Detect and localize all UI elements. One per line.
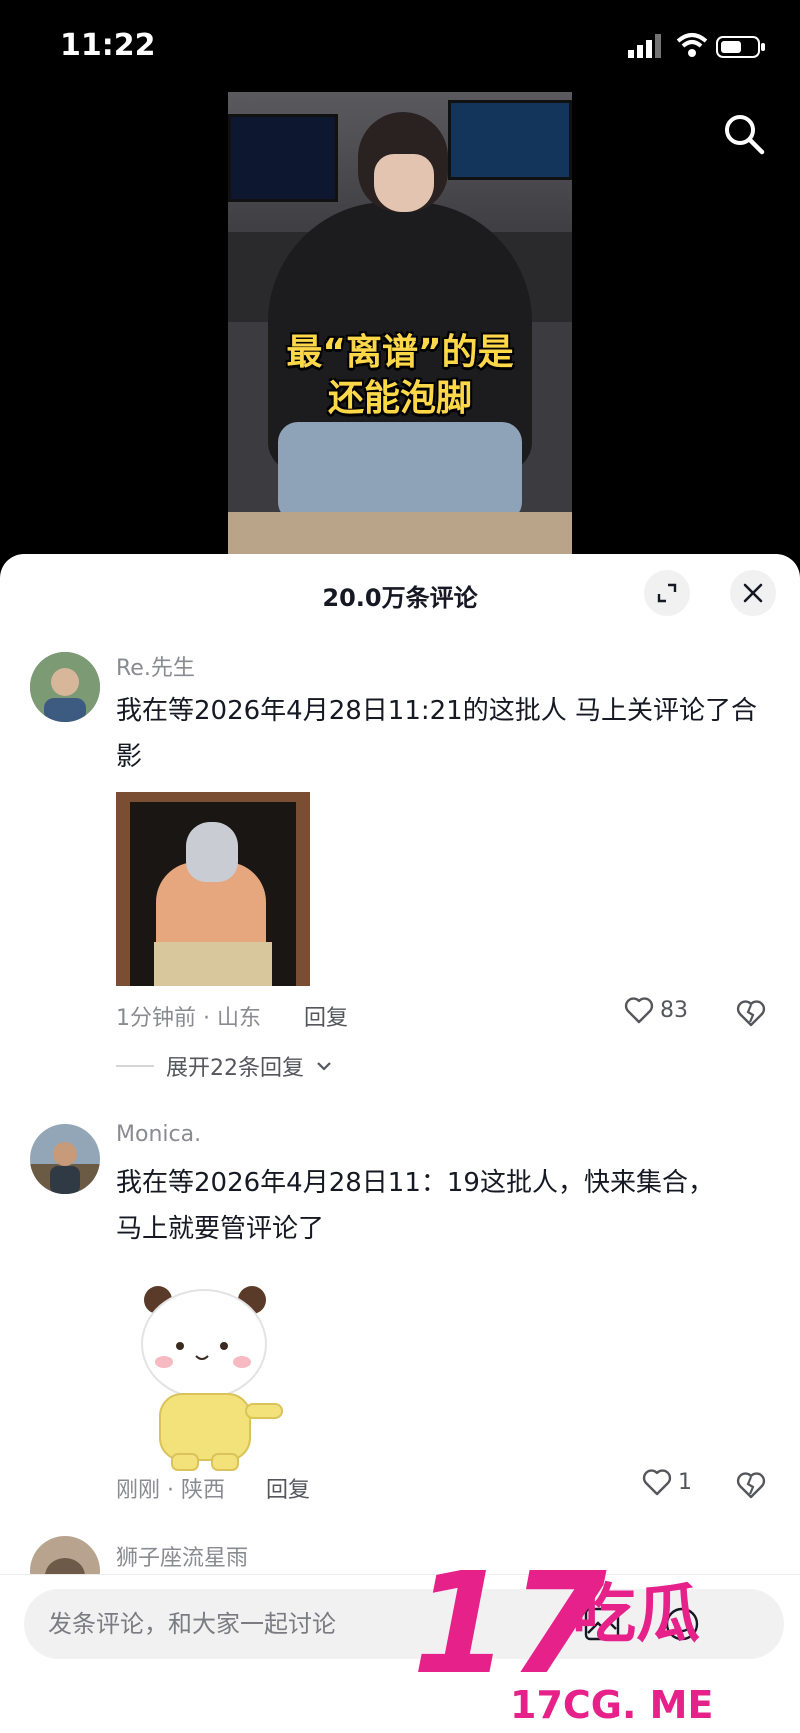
broken-heart-icon[interactable] [736,998,766,1028]
expand-replies-button[interactable]: 展开22条回复 [116,1050,332,1082]
expand-icon [657,583,677,603]
heart-icon [642,1469,672,1496]
video-monitor-right [448,100,572,180]
avatar-image [30,1124,100,1194]
reply-button[interactable]: 回复 [304,1000,348,1032]
wifi-icon [676,33,708,57]
comment-meta: 1分钟前 · 山东 [116,1006,261,1031]
broken-heart-icon[interactable] [736,1470,766,1500]
video-player[interactable]: 最“离谱”的是 还能泡脚 [228,92,572,554]
close-panel-button[interactable] [730,570,776,616]
status-time: 11:22 [60,28,156,63]
avatar[interactable] [30,652,100,722]
avatar[interactable] [30,1124,100,1194]
reply-button[interactable]: 回复 [266,1472,310,1504]
close-icon [743,583,763,603]
search-icon[interactable] [722,112,766,156]
like-button[interactable]: 1 [642,1468,692,1496]
watermark: 17 吃瓜 17CG. ME [412,1543,772,1727]
watermark-brand: 吃瓜 [572,1578,700,1652]
comment-username[interactable]: Re.先生 [116,650,195,682]
comment-username[interactable]: Monica. [116,1122,201,1147]
video-person-shorts [278,422,522,522]
comment-image[interactable] [116,792,310,986]
chevron-down-icon [317,1062,331,1071]
comment-meta: 刚刚 · 陕西 [116,1478,225,1503]
watermark-logo: 17 吃瓜 17CG. ME [412,1543,713,1727]
like-count: 83 [660,997,688,1023]
video-caption-line1: 最“离谱”的是 [286,332,514,373]
video-person-face [374,154,434,212]
video-floor [228,512,572,554]
avatar-image [30,652,100,722]
divider [116,1065,154,1067]
video-caption-line2: 还能泡脚 [327,378,472,419]
battery-icon [716,36,765,58]
like-button[interactable]: 83 [624,996,688,1024]
heart-icon [624,997,654,1024]
comment-text: 我在等2026年4月28日11:21的这批人 马上关评论了合影 [116,696,757,772]
video-monitor-left [228,114,338,202]
comment-sticker[interactable] [116,1276,296,1476]
watermark-domain: 17CG. ME [510,1683,713,1726]
signal-icon [628,34,661,58]
comment-username[interactable]: 狮子座流星雨 [116,1540,248,1572]
video-caption: 最“离谱”的是 还能泡脚 [228,330,572,422]
status-bar: 11:22 [0,0,800,92]
comment-text: 我在等2026年4月28日11：19这批人，快来集合，马上就要管评论了 [116,1168,714,1244]
expand-replies-label: 展开22条回复 [166,1056,304,1081]
expand-panel-button[interactable] [644,570,690,616]
like-count: 1 [678,1469,692,1495]
